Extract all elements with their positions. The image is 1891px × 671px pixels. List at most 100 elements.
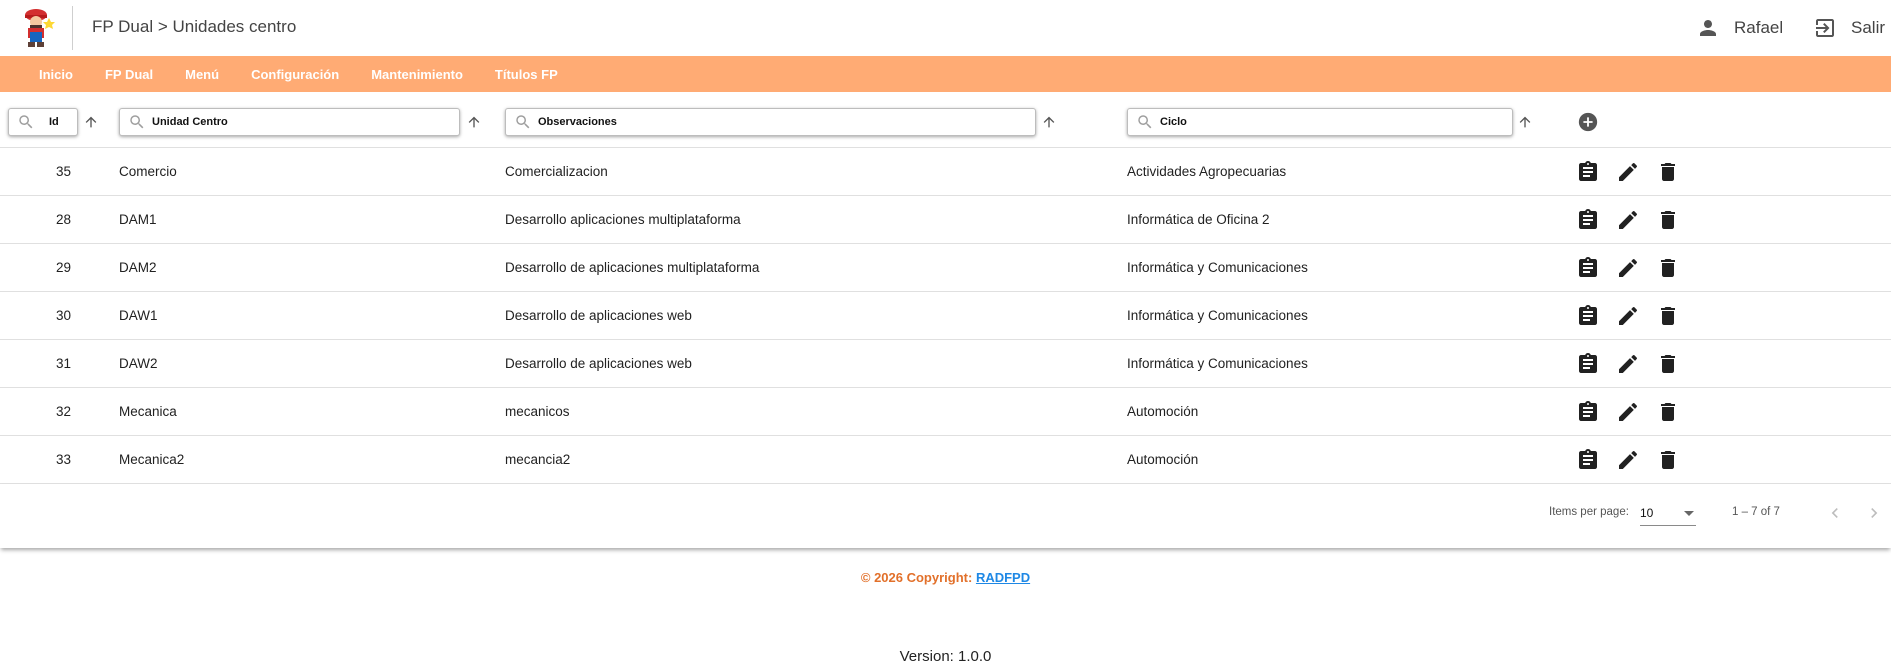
cell-observaciones: Desarrollo de aplicaciones web: [505, 356, 692, 371]
delete-icon[interactable]: [1656, 160, 1680, 184]
delete-icon[interactable]: [1656, 448, 1680, 472]
row-actions: [1576, 400, 1680, 424]
sort-arrow-icon[interactable]: [466, 112, 482, 132]
cell-id: 31: [56, 356, 72, 371]
row-actions: [1576, 448, 1680, 472]
row-actions: [1576, 304, 1680, 328]
clipboard-icon[interactable]: [1576, 304, 1600, 328]
user-name: Rafael: [1734, 18, 1784, 37]
sort-arrow-icon[interactable]: [83, 112, 99, 132]
search-icon: [1138, 115, 1152, 129]
add-circle-icon[interactable]: [1577, 111, 1599, 133]
items-per-page-label: Items per page:: [1549, 506, 1629, 518]
row-actions: [1576, 256, 1680, 280]
nav-item-titulos-fp[interactable]: Títulos FP: [495, 67, 558, 82]
table-row: 32 Mecanica mecanicos Automoción: [0, 388, 1891, 436]
chevron-right-icon[interactable]: [1864, 503, 1884, 523]
app-logo: [16, 6, 56, 50]
table-row: 35 Comercio Comercializacion Actividades Ag…: [0, 148, 1891, 196]
clipboard-icon[interactable]: [1576, 400, 1600, 424]
table-row: 31 DAW2 Desarrollo de aplicaciones web Info…: [0, 340, 1891, 388]
observaciones-filter-label: Observaciones: [538, 116, 617, 128]
cell-ciclo: Automoción: [1127, 404, 1199, 419]
exit-icon: [1816, 19, 1834, 37]
page-range: 1 – 7 of 7: [1732, 506, 1780, 518]
id-filter-label: Id: [49, 116, 59, 128]
edit-icon[interactable]: [1616, 352, 1640, 376]
unidad-centro-filter-label: Unidad Centro: [152, 116, 228, 128]
cell-ciclo: Informática y Comunicaciones: [1127, 308, 1308, 323]
cell-id: 30: [56, 308, 72, 323]
cell-id: 29: [56, 260, 72, 275]
user-menu[interactable]: Rafael: [1696, 14, 1783, 42]
copyright-text: © 2026 Copyright:: [860, 570, 973, 585]
cell-unidad-centro: Comercio: [119, 164, 177, 179]
table-row: 33 Mecanica2 mecancia2 Automoción: [0, 436, 1891, 484]
cell-ciclo: Informática de Oficina 2: [1127, 212, 1270, 227]
cell-observaciones: mecancia2: [505, 452, 571, 467]
delete-icon[interactable]: [1656, 400, 1680, 424]
cell-ciclo: Informática y Comunicaciones: [1127, 260, 1308, 275]
nav-item-configuracion[interactable]: Configuración: [251, 67, 339, 82]
clipboard-icon[interactable]: [1576, 352, 1600, 376]
clipboard-icon[interactable]: [1576, 160, 1600, 184]
chevron-left-icon[interactable]: [1825, 503, 1845, 523]
clipboard-icon[interactable]: [1576, 256, 1600, 280]
sort-arrow-icon[interactable]: [1041, 112, 1057, 132]
search-icon: [516, 115, 530, 129]
id-filter[interactable]: Id: [8, 108, 78, 136]
edit-icon[interactable]: [1616, 208, 1640, 232]
row-actions: [1576, 352, 1680, 376]
cell-ciclo: Actividades Agropecuarias: [1127, 164, 1287, 179]
clipboard-icon[interactable]: [1576, 208, 1600, 232]
cell-unidad-centro: Mecanica2: [119, 452, 185, 467]
person-icon: [1700, 20, 1716, 36]
edit-icon[interactable]: [1616, 304, 1640, 328]
edit-icon[interactable]: [1616, 400, 1640, 424]
breadcrumb: FP Dual > Unidades centro: [92, 17, 297, 36]
top-toolbar: FP Dual > Unidades centro Rafael Salir: [0, 0, 1891, 56]
copyright-link[interactable]: RADFPD: [976, 570, 1030, 585]
sort-arrow-icon[interactable]: [1517, 112, 1533, 132]
unidad-centro-filter[interactable]: Unidad Centro: [119, 108, 460, 136]
edit-icon[interactable]: [1616, 448, 1640, 472]
delete-icon[interactable]: [1656, 304, 1680, 328]
cell-observaciones: mecanicos: [505, 404, 570, 419]
row-actions: [1576, 208, 1680, 232]
delete-icon[interactable]: [1656, 208, 1680, 232]
version-label: Version: 1.0.0: [899, 648, 992, 665]
cell-observaciones: Comercializacion: [505, 164, 608, 179]
clipboard-icon[interactable]: [1576, 448, 1600, 472]
nav-item-inicio[interactable]: Inicio: [39, 67, 73, 82]
table-row: 30 DAW1 Desarrollo de aplicaciones web Info…: [0, 292, 1891, 340]
cell-unidad-centro: Mecanica: [119, 404, 177, 419]
nav-item-menu[interactable]: Menú: [185, 67, 219, 82]
cell-observaciones: Desarrollo aplicaciones multiplataforma: [505, 212, 741, 227]
edit-icon[interactable]: [1616, 160, 1640, 184]
table-row: 28 DAM1 Desarrollo aplicaciones multiplata…: [0, 196, 1891, 244]
cell-id: 28: [56, 212, 72, 227]
cell-id: 32: [56, 404, 72, 419]
ciclo-filter[interactable]: Ciclo: [1127, 108, 1513, 136]
cell-id: 33: [56, 452, 72, 467]
filter-row: Id Unidad Centro Observaciones Ciclo: [0, 92, 1891, 148]
cell-id: 35: [56, 164, 72, 179]
cell-unidad-centro: DAW2: [119, 356, 158, 371]
delete-icon[interactable]: [1656, 256, 1680, 280]
cell-unidad-centro: DAW1: [119, 308, 158, 323]
delete-icon[interactable]: [1656, 352, 1680, 376]
logout-label: Salir: [1851, 18, 1886, 37]
main-nav: Inicio FP Dual Menú Configuración Manten…: [0, 56, 1891, 92]
observaciones-filter[interactable]: Observaciones: [505, 108, 1036, 136]
edit-icon[interactable]: [1616, 256, 1640, 280]
logout-button[interactable]: Salir: [1813, 14, 1885, 42]
ciclo-filter-label: Ciclo: [1160, 116, 1187, 128]
page-size-select[interactable]: 10: [1640, 502, 1696, 526]
nav-item-mantenimiento[interactable]: Mantenimiento: [371, 67, 463, 82]
cell-ciclo: Automoción: [1127, 452, 1199, 467]
header-divider: [72, 6, 73, 50]
nav-item-fp-dual[interactable]: FP Dual: [105, 67, 153, 82]
search-icon: [19, 115, 33, 129]
cell-ciclo: Informática y Comunicaciones: [1127, 356, 1308, 371]
page-size-value: 10: [1640, 506, 1654, 520]
